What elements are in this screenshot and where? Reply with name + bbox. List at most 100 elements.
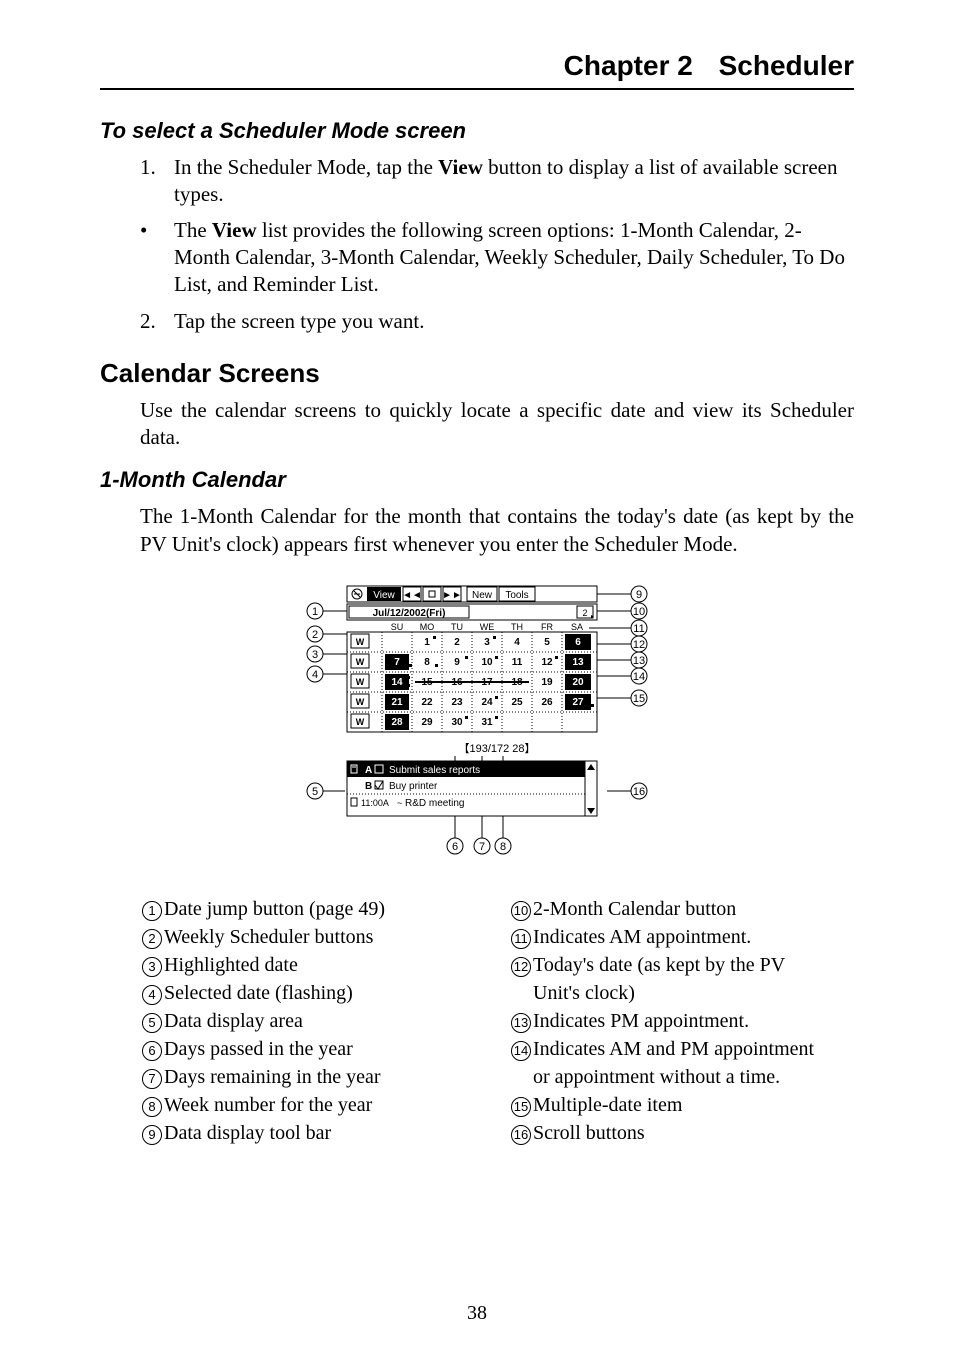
svg-text:31: 31 [481,717,493,728]
svg-text:3: 3 [312,649,318,661]
svg-text:R&D meeting: R&D meeting [405,798,464,809]
svg-text:8: 8 [424,657,430,668]
legend-text: Multiple-date item [533,1091,854,1119]
svg-text:2: 2 [582,608,587,618]
chapter-header: Chapter 2 Scheduler [100,50,854,90]
legend-num: 12 [511,957,531,977]
legend-text: Data display area [164,1007,497,1035]
svg-text:22: 22 [421,697,433,708]
svg-text:Buy printer: Buy printer [389,781,438,792]
svg-text:12: 12 [541,657,553,668]
step-number: 2. [140,308,156,335]
legend-num: 13 [511,1013,531,1033]
svg-text:7: 7 [479,841,485,853]
legend-text: Days remaining in the year [164,1063,497,1091]
svg-text:9: 9 [454,657,460,668]
legend-text: Today's date (as kept by the PV [533,951,854,979]
step-text: Tap the screen type you want. [174,309,424,333]
svg-text:5: 5 [544,637,550,648]
legend-text: 2-Month Calendar button [533,895,854,923]
svg-text:1: 1 [312,606,318,618]
legend-text: Indicates AM appointment. [533,923,854,951]
svg-text:20: 20 [572,677,584,688]
svg-text:▸: ▸ [591,614,594,620]
svg-text:W: W [356,697,365,707]
svg-text:21: 21 [391,697,403,708]
legend-text-cont: or appointment without a time. [509,1063,854,1091]
legend-num: 8 [142,1097,162,1117]
svg-text:11: 11 [633,623,644,635]
svg-text:New: New [472,590,493,601]
section-heading-calendar-screens: Calendar Screens [100,358,854,389]
svg-text:12: 12 [633,639,645,651]
legend-num: 6 [142,1041,162,1061]
step-1: 1. In the Scheduler Mode, tap the View b… [140,154,854,209]
svg-text:27: 27 [572,697,584,708]
svg-text:9: 9 [636,589,642,601]
svg-text:Jul/12/2002(Fri): Jul/12/2002(Fri) [373,608,446,619]
calendar-svg: 1 2 3 4 5 9 10 11 12 13 14 [297,576,657,866]
svg-text:B: B [365,781,372,792]
svg-text:11:00A: 11:00A [361,798,389,808]
svg-text:7: 7 [394,657,400,668]
step-2: 2. Tap the screen type you want. [140,308,854,335]
svg-text:View: View [373,590,395,601]
svg-text:TH: TH [511,622,523,632]
svg-text:TU: TU [451,622,463,632]
legend-left-column: 1Date jump button (page 49) 2Weekly Sche… [140,895,497,1147]
legend-row: 1Date jump button (page 49) 2Weekly Sche… [140,895,854,1147]
section-heading-1month: 1-Month Calendar [100,467,854,493]
legend-text: Indicates AM and PM appointment [533,1035,854,1063]
legend-text: Selected date (flashing) [164,979,497,1007]
svg-text:3: 3 [484,637,490,648]
svg-text:►►: ►► [442,590,462,601]
svg-text:13: 13 [633,655,645,667]
legend-num: 14 [511,1041,531,1061]
legend-text-cont: Unit's clock) [509,979,854,1007]
legend-text: Data display tool bar [164,1119,497,1147]
svg-text:2: 2 [454,637,460,648]
chapter-title: Scheduler [719,50,854,81]
svg-text:2: 2 [312,629,318,641]
svg-text:30: 30 [451,717,463,728]
step-text-a: In the Scheduler Mode, tap the [174,155,438,179]
svg-text:13: 13 [572,657,584,668]
legend-num: 7 [142,1069,162,1089]
legend-num: 3 [142,957,162,977]
svg-text:10: 10 [633,606,645,618]
svg-text:MO: MO [420,622,435,632]
bullet-view-options: • The View list provides the following s… [140,217,854,299]
legend-num: 16 [511,1125,531,1145]
legend-num: 15 [511,1097,531,1117]
svg-text:8: 8 [500,841,506,853]
bullet-text-a: The [174,218,212,242]
chapter-number: Chapter 2 [564,50,693,81]
svg-text:4: 4 [312,669,318,681]
svg-text:◄◄: ◄◄ [402,590,422,601]
legend-num: 4 [142,985,162,1005]
legend-num: 1 [142,901,162,921]
legend-text: Weekly Scheduler buttons [164,923,497,951]
svg-text:23: 23 [451,697,463,708]
legend-text: Days passed in the year [164,1035,497,1063]
bullet-text-b: list provides the following screen optio… [174,218,845,297]
svg-text:6: 6 [452,841,458,853]
bold-view-2: View [212,218,257,242]
svg-text:10: 10 [481,657,493,668]
bold-view-1: View [438,155,483,179]
section-heading-select-mode: To select a Scheduler Mode screen [100,118,854,144]
svg-text:16: 16 [633,786,645,798]
legend-text: Indicates PM appointment. [533,1007,854,1035]
one-month-para: The 1-Month Calendar for the month that … [140,503,854,558]
legend-right-column: 102-Month Calendar button 11Indicates AM… [497,895,854,1147]
svg-text:W: W [356,677,365,687]
step-number: 1. [140,154,156,181]
svg-text:1: 1 [424,637,430,648]
svg-text:6: 6 [575,637,581,648]
svg-text:~: ~ [397,798,402,808]
svg-text:W: W [356,717,365,727]
svg-text:29: 29 [421,717,433,728]
legend-text: Highlighted date [164,951,497,979]
svg-text:A: A [365,765,372,776]
calendar-screens-para: Use the calendar screens to quickly loca… [140,397,854,452]
